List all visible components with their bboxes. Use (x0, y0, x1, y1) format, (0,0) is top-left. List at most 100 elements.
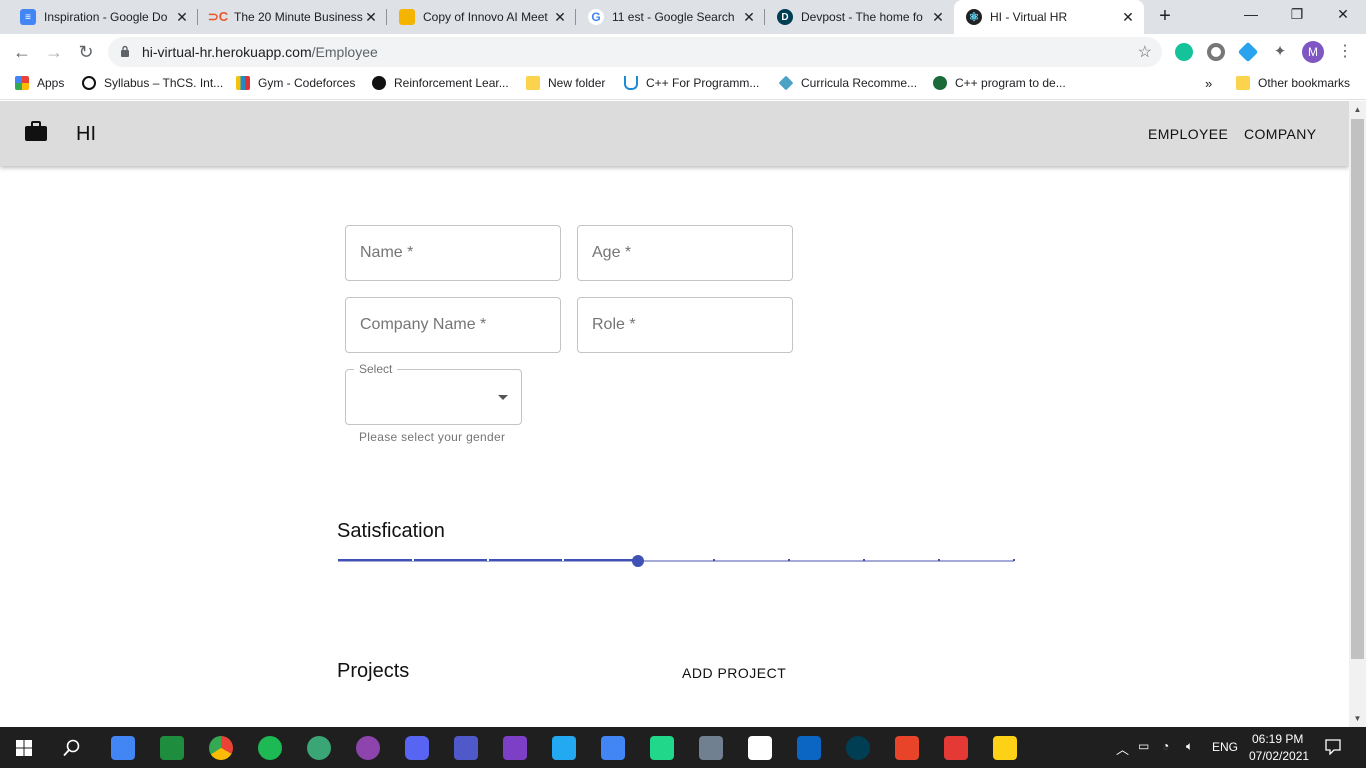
notifications-icon[interactable] (1325, 739, 1341, 755)
grammarly-icon[interactable] (1175, 43, 1193, 61)
projects-title: Projects (337, 660, 410, 682)
profile-avatar[interactable]: M (1302, 41, 1324, 63)
restore-icon[interactable]: ❐ (1274, 0, 1320, 30)
age-field[interactable]: Age * (577, 225, 793, 281)
bookmark-icon[interactable] (797, 736, 821, 760)
atom-icon[interactable] (307, 736, 331, 760)
role-field[interactable]: Role * (577, 297, 793, 353)
extensions-puzzle-icon[interactable]: ✦ (1271, 43, 1289, 61)
tab-title: Devpost - The home fo (801, 10, 923, 24)
bookmark-curricula[interactable]: Curricula Recomme... (778, 75, 918, 91)
minimize-icon[interactable]: — (1228, 0, 1274, 30)
tab-6-active[interactable]: ⚛ HI - Virtual HR ✕ (954, 0, 1144, 34)
language-indicator[interactable]: ENG (1212, 740, 1238, 754)
unity-icon[interactable] (699, 736, 723, 760)
scroll-down-icon[interactable]: ▼ (1349, 710, 1366, 727)
tab-3[interactable]: Copy of Innovo AI Meet ✕ (387, 0, 576, 34)
scrollbar-thumb[interactable] (1351, 119, 1364, 659)
tab-1[interactable]: ≡ Inspiration - Google Do ✕ (8, 0, 198, 34)
close-tab-icon[interactable]: ✕ (363, 9, 379, 26)
github-desktop-icon[interactable] (356, 736, 380, 760)
docs-icon[interactable] (601, 736, 625, 760)
page-scrollbar[interactable]: ▲ ▼ (1349, 101, 1366, 727)
writer-icon[interactable] (748, 736, 772, 760)
taskbar: ︿ ▭ ◔ 🔈︎ ENG 06:19 PM 07/02/2021 (0, 727, 1366, 768)
cc-icon: ⊃C (207, 9, 229, 24)
tab-5[interactable]: D Devpost - The home fo ✕ (765, 0, 954, 34)
slider-step-mark (862, 559, 865, 561)
bookmark-new-folder[interactable]: New folder (526, 76, 605, 90)
satisfaction-slider[interactable] (338, 555, 1015, 567)
add-project-button[interactable]: ADD PROJECT (672, 659, 796, 687)
clock-time[interactable]: 06:19 PM (1252, 732, 1303, 746)
bookmark-star-icon[interactable]: ☆ (1138, 42, 1152, 62)
classroom-icon[interactable] (160, 736, 184, 760)
gender-select[interactable]: Select (345, 362, 522, 425)
slider-thumb[interactable] (632, 555, 645, 567)
slider-step-mark (787, 559, 790, 561)
chrome-icon[interactable] (209, 736, 233, 760)
bookmark-apps[interactable]: Apps (15, 76, 64, 90)
new-tab-button[interactable]: + (1154, 6, 1176, 28)
bookmark-label: Reinforcement Lear... (394, 76, 509, 90)
vscode-icon[interactable] (552, 736, 576, 760)
syllabus-icon (82, 76, 96, 90)
show-hidden-icons-icon[interactable]: ︿ (1116, 739, 1129, 758)
menu-kebab-icon[interactable]: ⋮ (1336, 43, 1354, 61)
reload-icon[interactable]: ↻ (74, 41, 98, 63)
tab-title: 11 est - Google Search (612, 10, 735, 24)
close-tab-icon[interactable]: ✕ (930, 9, 946, 26)
more-bookmarks-button[interactable]: » (1205, 76, 1212, 91)
calendar-icon[interactable] (111, 736, 135, 760)
gear-app-icon[interactable] (895, 736, 919, 760)
name-field[interactable]: Name * (345, 225, 561, 281)
teams-icon[interactable] (454, 736, 478, 760)
bookmark-label: Curricula Recomme... (801, 76, 918, 90)
volume-muted-icon[interactable]: 🔈︎ (1186, 739, 1193, 754)
address-bar[interactable]: hi-virtual-hr.herokuapp.com/Employee ☆ (108, 37, 1162, 67)
bookmark-cpp-program[interactable]: C++ program to de... (933, 76, 1066, 90)
close-tab-icon[interactable]: ✕ (552, 9, 568, 26)
forward-icon[interactable]: → (42, 41, 66, 63)
close-tab-icon[interactable]: ✕ (174, 9, 190, 26)
company-name-field[interactable]: Company Name * (345, 297, 561, 353)
visual-studio-icon[interactable] (503, 736, 527, 760)
devpost-icon[interactable] (846, 736, 870, 760)
scroll-up-icon[interactable]: ▲ (1349, 101, 1366, 118)
battery-icon[interactable]: ▭ (1138, 739, 1149, 753)
windows-start-icon[interactable] (16, 740, 32, 756)
company-name-placeholder: Company Name * (360, 316, 487, 333)
bookmark-label: Apps (37, 76, 65, 90)
bookmark-codeforces[interactable]: Gym - Codeforces (236, 76, 355, 90)
bookmark-reinforcement[interactable]: Reinforcement Lear... (372, 76, 509, 90)
briefcase-icon[interactable] (25, 121, 47, 141)
extension-circle-icon[interactable] (1207, 43, 1225, 61)
extension-diamond-icon[interactable] (1237, 41, 1259, 63)
codeforces-icon (236, 76, 250, 90)
tasks-icon[interactable] (944, 736, 968, 760)
close-window-icon[interactable]: ✕ (1320, 0, 1366, 30)
slider-step-mark (937, 559, 940, 561)
close-tab-icon[interactable]: ✕ (741, 9, 757, 26)
spotify-icon[interactable] (258, 736, 282, 760)
clock-date[interactable]: 07/02/2021 (1249, 749, 1309, 763)
back-icon[interactable]: ← (10, 41, 34, 63)
tab-2[interactable]: ⊃C The 20 Minute Business ✕ (198, 0, 387, 34)
satisfaction-title: Satisfication (337, 520, 445, 542)
pycharm-icon[interactable] (650, 736, 674, 760)
tab-title: The 20 Minute Business (234, 10, 363, 24)
bookmarks-bar: Apps Syllabus – ThCS. Int... Gym - Codef… (0, 70, 1366, 100)
other-bookmarks[interactable]: Other bookmarks (1236, 76, 1350, 90)
wifi-icon[interactable]: ◔ (1162, 739, 1169, 753)
tab-title: HI - Virtual HR (990, 10, 1068, 24)
bookmark-syllabus[interactable]: Syllabus – ThCS. Int... (82, 76, 223, 90)
sticky-notes-icon[interactable] (993, 736, 1017, 760)
nav-employee-link[interactable]: EMPLOYEE (1148, 126, 1228, 142)
nav-company-link[interactable]: COMPANY (1244, 126, 1317, 142)
tab-4[interactable]: G 11 est - Google Search ✕ (576, 0, 765, 34)
search-icon[interactable] (63, 739, 81, 757)
bookmark-cpp-programmers[interactable]: C++ For Programm... (624, 76, 759, 90)
url-path: /Employee (311, 44, 378, 60)
close-tab-icon[interactable]: ✕ (1120, 9, 1136, 26)
discord-icon[interactable] (405, 736, 429, 760)
